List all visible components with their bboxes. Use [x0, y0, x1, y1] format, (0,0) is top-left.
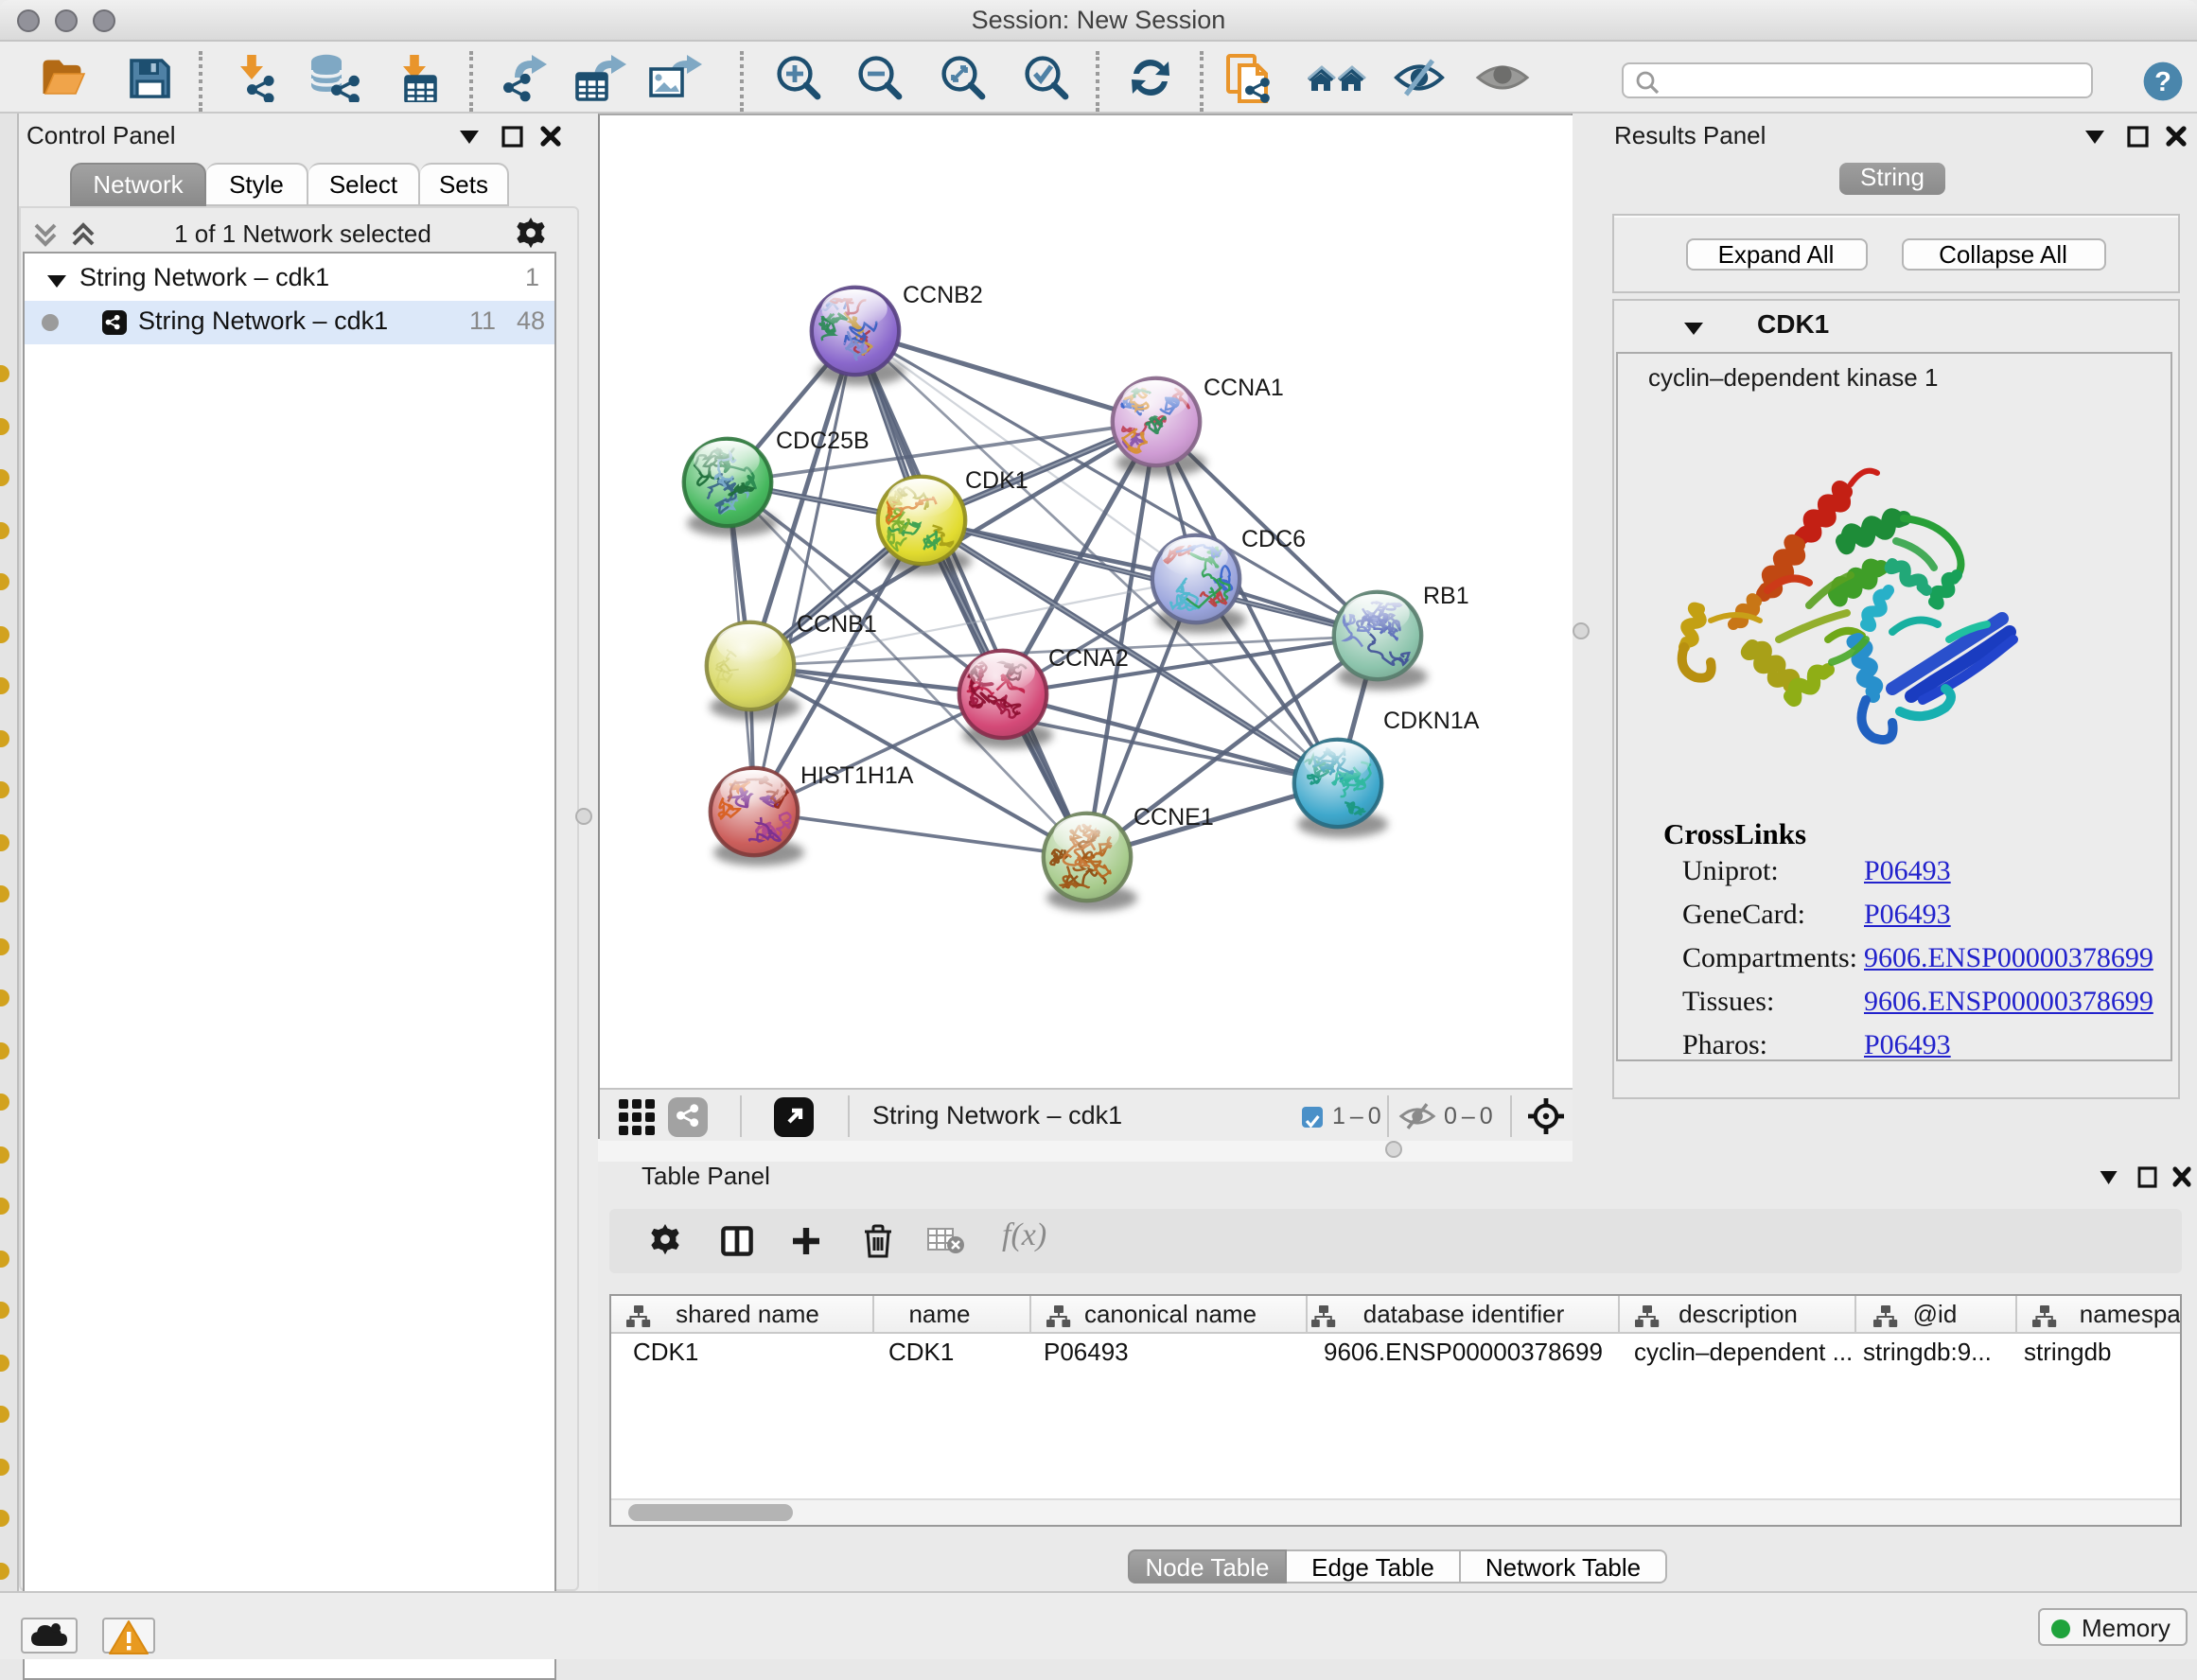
svg-text:HIST1H1A: HIST1H1A — [800, 762, 914, 789]
svg-text:CCNB1: CCNB1 — [797, 611, 877, 638]
svg-text:CDC25B: CDC25B — [776, 428, 870, 454]
svg-text:CDKN1A: CDKN1A — [1383, 708, 1480, 734]
svg-text:CCNE1: CCNE1 — [1134, 804, 1214, 831]
svg-text:CCNB2: CCNB2 — [903, 282, 983, 308]
svg-text:CCNA1: CCNA1 — [1204, 375, 1284, 401]
svg-text:CDK1: CDK1 — [965, 467, 1028, 494]
svg-text:CCNA2: CCNA2 — [1048, 645, 1129, 672]
svg-text:RB1: RB1 — [1423, 583, 1469, 609]
svg-text:CDC6: CDC6 — [1241, 526, 1306, 552]
svg-text:?: ? — [2154, 67, 2171, 97]
